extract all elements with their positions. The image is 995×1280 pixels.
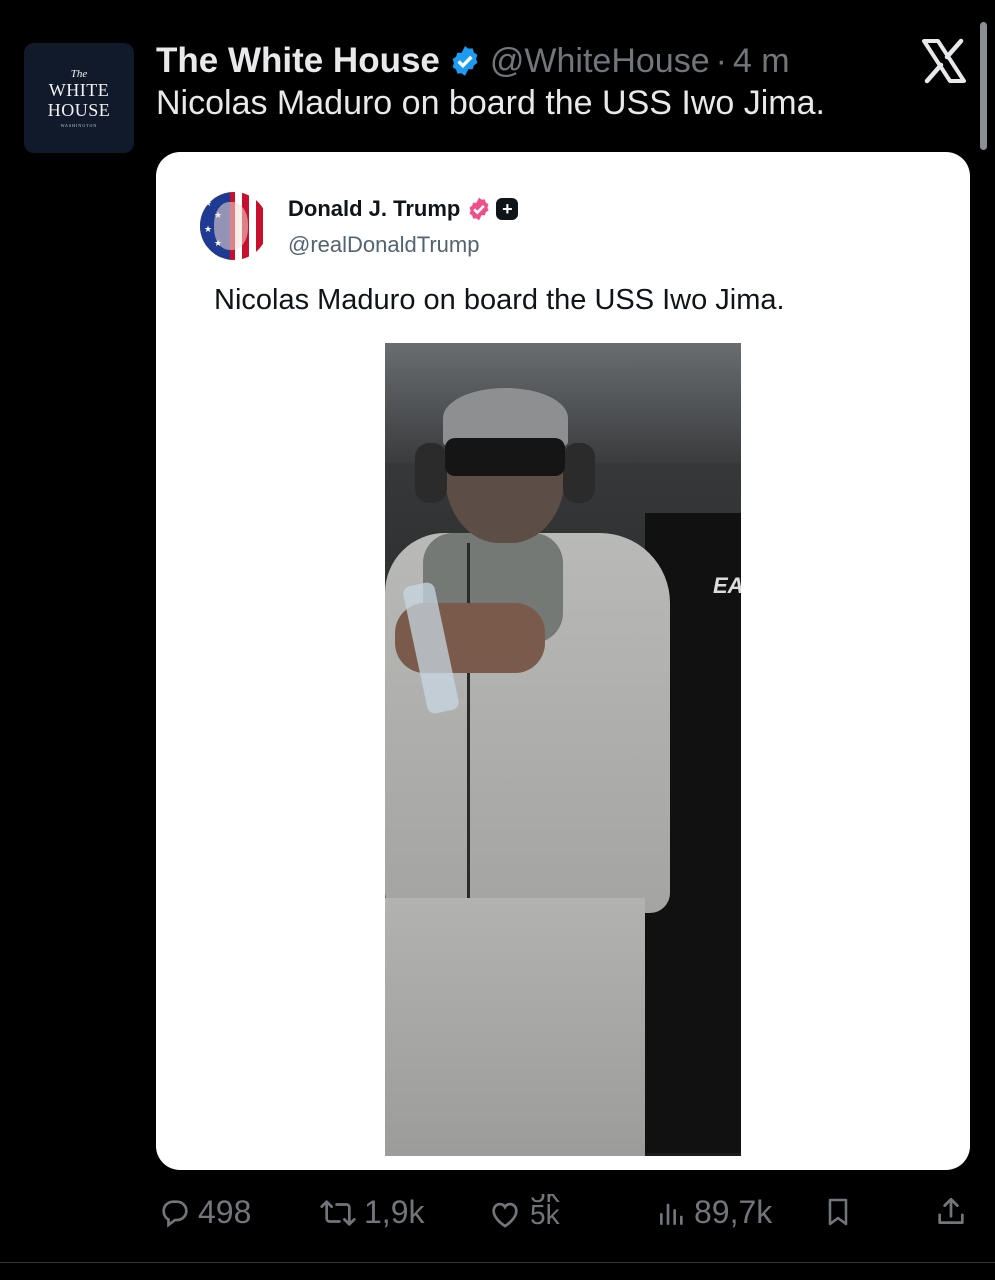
reply-count: 498 [198, 1194, 252, 1230]
author-display-name[interactable]: The White House [156, 41, 440, 81]
photo-overlay-text: EA [713, 573, 741, 598]
action-bar: 498 1,9k 5k 5k 89,7k [0, 1180, 995, 1250]
reply-button[interactable]: 498 [158, 1194, 251, 1231]
avatar-line-4: WASHINGTON [60, 123, 98, 128]
white-house-avatar[interactable]: The WHITE HOUSE WASHINGTON [24, 43, 134, 153]
repost-count: 1,9k [364, 1194, 425, 1230]
repost-button[interactable]: 1,9k [318, 1194, 424, 1231]
post-timestamp[interactable]: 4 m [733, 42, 790, 81]
scrollbar[interactable] [980, 22, 987, 150]
share-icon [938, 1197, 964, 1224]
views-icon [660, 1203, 683, 1225]
quoted-post-photo[interactable]: EA [385, 343, 741, 1156]
post-text: Nicolas Maduro on board the USS Iwo Jima… [156, 84, 825, 122]
quoted-author-avatar[interactable]: ★ ★ ★ ★ [200, 192, 268, 260]
quoted-author-name-row: Donald J. Trump + [288, 196, 519, 222]
like-button[interactable]: 5k 5k [488, 1194, 560, 1234]
quoted-verified-badge-icon [469, 197, 489, 221]
header-separator: · [715, 41, 727, 80]
like-count-new: 5k [530, 1199, 560, 1230]
post-header: The White House @WhiteHouse · 4 m [156, 36, 790, 86]
like-icon [492, 1202, 518, 1228]
like-count-rolling: 5k 5k [530, 1194, 560, 1234]
verified-badge-icon [452, 46, 478, 76]
quoted-author-handle[interactable]: @realDonaldTrump [288, 232, 479, 258]
quoted-author-display-name[interactable]: Donald J. Trump [288, 196, 460, 222]
views-button[interactable]: 89,7k [656, 1194, 772, 1231]
x-logo-icon[interactable] [920, 38, 968, 84]
views-count: 89,7k [694, 1194, 773, 1230]
divider [0, 1262, 995, 1263]
quoted-post-text: Nicolas Maduro on board the USS Iwo Jima… [214, 284, 785, 316]
reply-icon [162, 1199, 188, 1228]
bookmark-icon [828, 1198, 848, 1226]
share-button[interactable] [934, 1194, 968, 1230]
bookmark-button[interactable] [822, 1194, 854, 1230]
avatar-line-3: HOUSE [47, 100, 111, 120]
affiliation-plus-icon: + [496, 198, 519, 220]
quoted-post-card[interactable]: ★ ★ ★ ★ Donald J. Trump + @realDonaldTru… [156, 152, 970, 1170]
avatar-line-1: The [70, 68, 88, 80]
repost-icon [320, 1199, 356, 1226]
avatar-line-2: WHITE [48, 80, 110, 100]
author-handle[interactable]: @WhiteHouse [490, 42, 710, 81]
